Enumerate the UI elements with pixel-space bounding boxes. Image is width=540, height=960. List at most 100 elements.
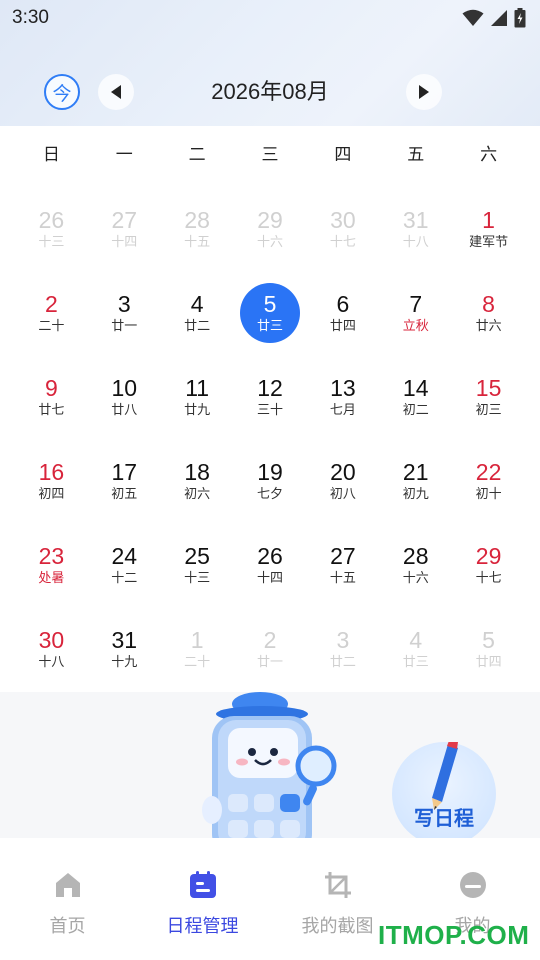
calculator-mascot-illustration <box>202 692 337 838</box>
calendar-day-number: 5 <box>482 626 495 653</box>
previous-month-button[interactable] <box>98 74 134 110</box>
calendar-day-number: 11 <box>185 374 210 401</box>
calendar-day[interactable]: 24 十二 <box>88 532 161 616</box>
calendar-day-lunar: 廿二 <box>184 318 211 334</box>
calendar-day[interactable]: 4 廿三 <box>379 616 452 700</box>
calendar-day[interactable]: 31 十八 <box>379 196 452 280</box>
calendar-day[interactable]: 4 廿二 <box>161 280 234 364</box>
triangle-right-icon <box>419 85 429 99</box>
calendar-day[interactable]: 26 十三 <box>15 196 88 280</box>
calendar-day[interactable]: 19 七夕 <box>234 448 307 532</box>
calendar-day[interactable]: 2 二十 <box>15 280 88 364</box>
calendar-day-cell: 28 十五 <box>167 199 227 259</box>
calendar-day[interactable]: 28 十六 <box>379 532 452 616</box>
tab-schedule[interactable]: 日程管理 <box>135 838 270 960</box>
calendar-day[interactable]: 28 十五 <box>161 196 234 280</box>
calendar-day-number: 9 <box>45 374 58 401</box>
calendar-day[interactable]: 1 二十 <box>161 616 234 700</box>
calendar-day[interactable]: 30 十七 <box>306 196 379 280</box>
next-month-button[interactable] <box>406 74 442 110</box>
calendar-day-lunar: 初五 <box>111 486 138 502</box>
calendar-day-cell: 24 十二 <box>94 535 154 595</box>
calendar-day-lunar: 十五 <box>329 570 356 586</box>
calendar-day-number: 20 <box>330 458 356 485</box>
today-button[interactable]: 今 <box>44 74 80 110</box>
calendar-day-lunar: 十二 <box>111 570 138 586</box>
calendar-day-cell: 1 二十 <box>167 619 227 679</box>
calendar-day-lunar: 廿八 <box>111 402 138 418</box>
calendar-day-lunar: 廿一 <box>111 318 138 334</box>
tab-home[interactable]: 首页 <box>0 838 135 960</box>
calendar-day-number: 24 <box>111 542 138 569</box>
calendar-day-cell: 4 廿三 <box>386 619 446 679</box>
calendar-day-number: 23 <box>38 542 65 569</box>
calendar-day[interactable]: 25 十三 <box>161 532 234 616</box>
calendar-day-lunar: 二十 <box>38 318 65 334</box>
calendar-day-cell: 31 十九 <box>94 619 154 679</box>
calendar-day-number: 1 <box>482 206 495 233</box>
calendar-day-cell: 15 初三 <box>459 367 519 427</box>
calendar-day[interactable]: 8 廿六 <box>452 280 525 364</box>
calendar-day-lunar: 廿九 <box>184 402 211 418</box>
calendar-day[interactable]: 30 十八 <box>15 616 88 700</box>
month-navigation: 今 2026年08月 <box>0 70 540 114</box>
calendar-day[interactable]: 27 十四 <box>88 196 161 280</box>
calendar-day[interactable]: 29 十七 <box>452 532 525 616</box>
calendar-day-lunar: 十三 <box>38 234 65 250</box>
battery-icon <box>514 8 526 28</box>
calendar-day[interactable]: 16 初四 <box>15 448 88 532</box>
calendar-day[interactable]: 22 初十 <box>452 448 525 532</box>
calendar-day-lunar: 十七 <box>329 234 356 250</box>
calendar-day[interactable]: 15 初三 <box>452 364 525 448</box>
calendar-day[interactable]: 9 廿七 <box>15 364 88 448</box>
calendar-day[interactable]: 3 廿二 <box>306 616 379 700</box>
calendar-day[interactable]: 10 廿八 <box>88 364 161 448</box>
calendar-day[interactable]: 5 廿四 <box>452 616 525 700</box>
calendar-day-number: 1 <box>190 626 204 653</box>
calendar-day-cell: 10 廿八 <box>94 367 154 427</box>
calendar-day[interactable]: 23 处暑 <box>15 532 88 616</box>
calendar-day[interactable]: 26 十四 <box>234 532 307 616</box>
write-schedule-button[interactable]: 写日程 <box>392 742 496 838</box>
calendar-day[interactable]: 6 廿四 <box>306 280 379 364</box>
calendar-day-number: 30 <box>330 206 356 233</box>
calendar-day-lunar: 初八 <box>329 486 356 502</box>
calendar-day-number: 6 <box>336 290 350 317</box>
calendar-day-selected[interactable]: 5 廿三 <box>234 280 307 364</box>
calendar-day-number: 28 <box>402 542 429 569</box>
calendar-day[interactable]: 1 建军节 <box>452 196 525 280</box>
calendar-day[interactable]: 2 廿一 <box>234 616 307 700</box>
tab-label-home: 首页 <box>49 916 86 937</box>
calendar-day[interactable]: 12 三十 <box>234 364 307 448</box>
calendar-day[interactable]: 13 七月 <box>306 364 379 448</box>
calendar-day[interactable]: 21 初九 <box>379 448 452 532</box>
calendar-day[interactable]: 17 初五 <box>88 448 161 532</box>
calendar-day-cell: 3 廿二 <box>313 619 373 679</box>
month-title[interactable]: 2026年08月 <box>170 70 370 114</box>
weekday-sun: 日 <box>42 145 60 165</box>
calendar-day-lunar: 十七 <box>475 570 502 586</box>
status-time: 3:30 <box>12 7 49 28</box>
calendar-day-number: 4 <box>409 626 423 653</box>
calendar-day[interactable]: 18 初六 <box>161 448 234 532</box>
calendar-day[interactable]: 31 十九 <box>88 616 161 700</box>
calendar-day-number: 26 <box>38 206 65 233</box>
calendar-day-number: 29 <box>475 542 502 569</box>
calendar-day[interactable]: 27 十五 <box>306 532 379 616</box>
calendar-day[interactable]: 29 十六 <box>234 196 307 280</box>
calendar-day-number: 14 <box>402 374 429 401</box>
calendar-day[interactable]: 7 立秋 <box>379 280 452 364</box>
calendar-day[interactable]: 14 初二 <box>379 364 452 448</box>
calendar-day-lunar: 三十 <box>256 402 283 418</box>
calendar-day-lunar: 十九 <box>111 654 138 670</box>
calendar-day-number: 21 <box>402 458 429 485</box>
calendar-day-cell: 2 二十 <box>21 283 81 343</box>
calendar-day-lunar: 二十 <box>184 654 211 670</box>
calendar-day-lunar: 初四 <box>38 486 65 502</box>
calendar-day-cell: 16 初四 <box>21 451 81 511</box>
calendar-day[interactable]: 20 初八 <box>306 448 379 532</box>
calendar-day[interactable]: 11 廿九 <box>161 364 234 448</box>
calendar-day[interactable]: 3 廿一 <box>88 280 161 364</box>
profile-icon <box>459 872 486 898</box>
calendar-day-number: 10 <box>111 374 138 401</box>
